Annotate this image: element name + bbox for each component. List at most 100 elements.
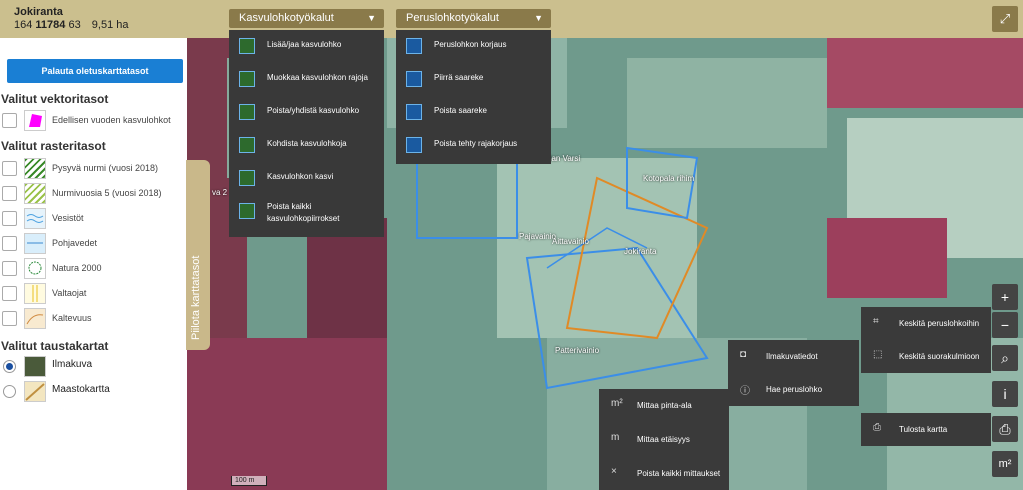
parcel-code-bold: 11784 [35,19,66,31]
peruslohko-tools-dropdown[interactable]: Peruslohkotyökalut ▼ [396,9,551,28]
base-row-aerial[interactable]: Ilmakuva [2,356,186,378]
layer-row-waters[interactable]: Vesistöt [2,208,186,230]
center-popup: ⌗ Keskitä peruslohkoihin ⬚ Keskitä suora… [861,307,991,373]
base-row-terrain[interactable]: Maastokartta [2,381,186,403]
close-icon: × [611,466,617,477]
menu-item-correct[interactable]: Peruslohkon korjaus [396,30,551,63]
layer-checkbox[interactable] [2,113,17,128]
layer-row-groundwater[interactable]: Pohjavedet [2,233,186,255]
menu-item-label: Poista/yhdistä kasvulohko [267,106,360,115]
layer-row-natura[interactable]: Natura 2000 [2,258,186,280]
map-label: dan Varsi [547,154,581,163]
aerial-thumb-icon [24,356,46,377]
layer-checkbox[interactable] [2,161,17,176]
zoom-in-button[interactable]: + [992,284,1018,310]
magenta-swatch-icon [24,110,46,131]
menu-item-undo-correction[interactable]: Poista tehty rajakorjaus [396,129,551,162]
undo-correction-icon [406,137,422,153]
popup-label: Tulosta kartta [899,425,948,434]
layer-sidebar: Palauta oletuskarttatasot Valitut vektor… [0,38,187,490]
print-map-item[interactable]: ⎙ Tulosta kartta [861,413,991,446]
search-parcel-item[interactable]: ⓘ Hae peruslohko [728,373,859,406]
delete-all-icon [239,203,255,219]
base-radio[interactable] [3,385,16,398]
layer-checkbox[interactable] [2,286,17,301]
measure-button[interactable]: m² [992,451,1018,477]
menu-item-label: Peruslohkon korjaus [434,40,507,49]
print-popup: ⎙ Tulosta kartta [861,413,991,446]
layer-checkbox[interactable] [2,261,17,276]
layer-checkbox[interactable] [2,311,17,326]
menu-item-delete-all[interactable]: Poista kaikki kasvulohkopiirrokset [229,195,384,237]
area-icon: m² [611,398,623,409]
menu-item-label: Muokkaa kasvulohkon rajoja [267,73,368,82]
menu-item-align[interactable]: Kohdista kasvulohkoja [229,129,384,162]
kasvulohko-tools-menu: Lisää/jaa kasvulohko Muokkaa kasvulohkon… [229,30,384,237]
map-label: Patterivainio [555,346,600,355]
water-icon [24,208,46,229]
layer-label: Pohjavedet [52,238,98,248]
kasvulohko-tools-dropdown[interactable]: Kasvulohkotyökalut ▼ [229,9,384,28]
caret-down-icon: ▼ [367,13,376,23]
layer-checkbox[interactable] [2,211,17,226]
peruslohko-tools-menu: Peruslohkon korjaus Piirrä saareke Poist… [396,30,551,164]
align-icon [239,137,255,153]
delete-merge-icon [239,104,255,120]
map-label: Aittavainio [552,237,589,246]
measure-area-item[interactable]: m² Mittaa pinta-ala [599,389,729,422]
info-button[interactable]: i [992,381,1018,407]
hide-layers-tab[interactable]: Piilota karttatasot [186,160,210,350]
clear-measurements-item[interactable]: × Poista kaikki mittaukset [599,457,729,490]
crop-icon [239,170,255,186]
base-maps-title: Valitut taustakartat [1,339,109,353]
map-label: va 2 [212,188,228,197]
center-parcels-item[interactable]: ⌗ Keskitä peruslohkoihin [861,307,991,340]
base-radio[interactable] [3,360,16,373]
focus-icon: ⌗ [873,316,879,327]
zoom-out-button[interactable]: − [992,312,1018,338]
menu-item-draw-island[interactable]: Piirrä saareke [396,63,551,96]
layer-row-slope[interactable]: Kaltevuus [2,308,186,330]
menu-item-remove-island[interactable]: Poista saareke [396,96,551,129]
info-icon: ⓘ [740,386,750,397]
menu-item-edit-boundary[interactable]: Muokkaa kasvulohkon rajoja [229,63,384,96]
layer-checkbox[interactable] [2,186,17,201]
layer-row-previous-year[interactable]: Edellisen vuoden kasvulohkot [2,110,186,132]
measure-distance-item[interactable]: m Mittaa etäisyys [599,423,729,456]
menu-item-label: Lisää/jaa kasvulohko [267,40,342,49]
layer-label: Kaltevuus [52,313,92,323]
search-popup: ◘ Ilmakuvatiedot ⓘ Hae peruslohko [728,340,859,406]
menu-item-label: Poista tehty rajakorjaus [434,139,518,148]
center-rectangle-item[interactable]: ⬚ Keskitä suorakulmioon [861,340,991,373]
menu-item-crop[interactable]: Kasvulohkon kasvi [229,162,384,195]
draw-island-icon [406,71,422,87]
layer-row-main-ditches[interactable]: Valtaojat [2,283,186,305]
popup-label: Poista kaikki mittaukset [637,469,721,478]
base-label: Maastokartta [52,384,110,395]
ditch-icon [24,283,46,304]
layer-checkbox[interactable] [2,236,17,251]
menu-item-label: Kohdista kasvulohkoja [267,139,347,148]
menu-item-label: Kasvulohkon kasvi [267,172,334,181]
map-label: Pajavainio [519,232,556,241]
kasvulohko-tools-title: Kasvulohkotyökalut [239,12,334,24]
layer-row-grass-years[interactable]: Nurmivuosia 5 (vuosi 2018) [2,183,186,205]
menu-item-add-split[interactable]: Lisää/jaa kasvulohko [229,30,384,63]
map-label: Jokiranta [624,247,657,256]
popup-label: Keskitä suorakulmioon [899,352,980,361]
menu-item-label: Piirrä saareke [434,73,484,82]
natura-icon [24,258,46,279]
base-label: Ilmakuva [52,359,93,370]
fullscreen-button[interactable]: ⤢ [992,6,1018,32]
aerial-info-item[interactable]: ◘ Ilmakuvatiedot [728,340,859,373]
layer-label: Natura 2000 [52,263,102,273]
print-button[interactable]: ⎙ [992,416,1018,442]
slope-icon [24,308,46,329]
reset-layers-button[interactable]: Palauta oletuskarttatasot [7,59,183,83]
menu-item-delete-merge[interactable]: Poista/yhdistä kasvulohko [229,96,384,129]
search-button[interactable]: ⌕ [992,345,1018,371]
parcel-code-pre: 164 [14,19,33,31]
caret-down-icon: ▼ [534,13,543,23]
layer-row-permanent-grass[interactable]: Pysyvä nurmi (vuosi 2018) [2,158,186,180]
remove-island-icon [406,104,422,120]
